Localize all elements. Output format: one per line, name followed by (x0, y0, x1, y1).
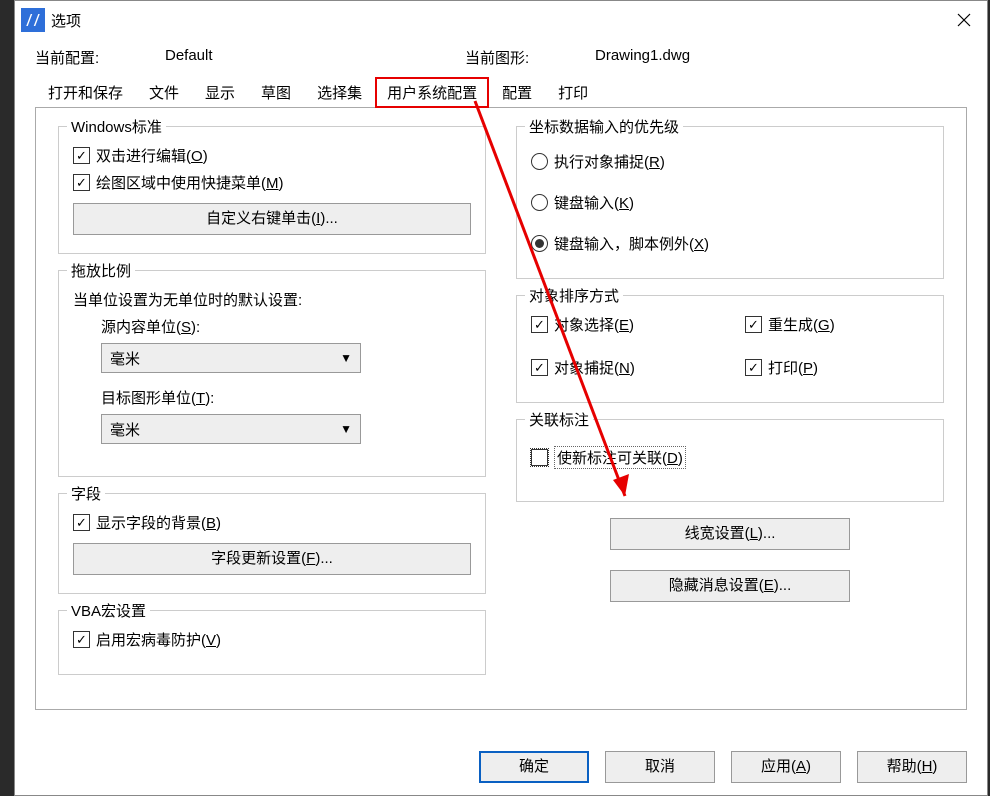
ok-button[interactable]: 确定 (479, 751, 589, 783)
radio-icon (531, 194, 548, 211)
tab-selection[interactable]: 选择集 (304, 77, 375, 108)
titlebar: 选项 (15, 1, 987, 39)
tab-display[interactable]: 显示 (192, 77, 248, 108)
checkbox-obj-select[interactable]: 对象选择(E) (531, 314, 715, 335)
checkbox-shortcut-menu[interactable]: 绘图区域中使用快捷菜单(M) (73, 172, 471, 193)
group-coord-priority: 坐标数据输入的优先级 执行对象捕捉(R) 键盘输入(K) 键盘输入，脚本例外(X… (516, 126, 944, 279)
radio-keyboard[interactable]: 键盘输入(K) (531, 192, 929, 213)
group-vba: VBA宏设置 启用宏病毒防护(V) (58, 610, 486, 675)
checkbox-icon (73, 514, 90, 531)
current-drawing-value: Drawing1.dwg (595, 47, 895, 68)
window-title: 选项 (51, 10, 81, 31)
radio-icon (531, 153, 548, 170)
tab-user-pref[interactable]: 用户系统配置 (375, 77, 489, 108)
group-title: 关联标注 (525, 409, 593, 430)
hidden-msg-button[interactable]: 隐藏消息设置(E)... (610, 570, 850, 602)
tab-print[interactable]: 打印 (545, 77, 601, 108)
apply-button[interactable]: 应用(A) (731, 751, 841, 783)
chevron-down-icon: ▼ (340, 422, 352, 436)
app-icon (21, 8, 45, 32)
field-update-button[interactable]: 字段更新设置(F)... (73, 543, 471, 575)
radio-keyboard-except[interactable]: 键盘输入，脚本例外(X) (531, 233, 929, 254)
checkbox-macro-virus[interactable]: 启用宏病毒防护(V) (73, 629, 471, 650)
current-profile-label: 当前配置: (35, 47, 165, 68)
checkbox-icon (745, 359, 762, 376)
checkbox-dblclick-edit[interactable]: 双击进行编辑(O) (73, 145, 471, 166)
info-row: 当前配置: Default 当前图形: Drawing1.dwg (35, 47, 967, 68)
group-title: 坐标数据输入的优先级 (525, 116, 683, 137)
lineweight-button[interactable]: 线宽设置(L)... (610, 518, 850, 550)
checkbox-icon (73, 631, 90, 648)
group-title: 拖放比例 (67, 260, 135, 281)
dialog-footer: 确定 取消 应用(A) 帮助(H) (479, 751, 967, 783)
checkbox-regen[interactable]: 重生成(G) (745, 314, 929, 335)
checkbox-icon (745, 316, 762, 333)
checkbox-icon (73, 147, 90, 164)
checkbox-field-bg[interactable]: 显示字段的背景(B) (73, 512, 471, 533)
current-profile-value: Default (165, 47, 465, 68)
checkbox-obj-snap[interactable]: 对象捕捉(N) (531, 357, 715, 378)
tab-sketch[interactable]: 草图 (248, 77, 304, 108)
tab-open-save[interactable]: 打开和保存 (35, 77, 136, 108)
left-column: Windows标准 双击进行编辑(O) 绘图区域中使用快捷菜单(M) 自定义右键… (58, 126, 486, 691)
group-title: VBA宏设置 (67, 600, 150, 621)
options-dialog: 选项 当前配置: Default 当前图形: Drawing1.dwg 打开和保… (14, 0, 988, 796)
radio-icon (531, 235, 548, 252)
checkbox-print[interactable]: 打印(P) (745, 357, 929, 378)
group-title: 字段 (67, 483, 105, 504)
tab-config[interactable]: 配置 (489, 77, 545, 108)
cancel-button[interactable]: 取消 (605, 751, 715, 783)
tab-file[interactable]: 文件 (136, 77, 192, 108)
tab-panel: Windows标准 双击进行编辑(O) 绘图区域中使用快捷菜单(M) 自定义右键… (35, 108, 967, 710)
checkbox-icon (73, 174, 90, 191)
target-unit-select[interactable]: 毫米 ▼ (101, 414, 361, 444)
group-windows-standard: Windows标准 双击进行编辑(O) 绘图区域中使用快捷菜单(M) 自定义右键… (58, 126, 486, 254)
help-button[interactable]: 帮助(H) (857, 751, 967, 783)
group-title: Windows标准 (67, 116, 166, 137)
close-button[interactable] (941, 1, 987, 39)
checkbox-icon (531, 359, 548, 376)
chevron-down-icon: ▼ (340, 351, 352, 365)
checkbox-assoc-dim[interactable]: 使新标注可关联(D) (531, 446, 929, 469)
group-field: 字段 显示字段的背景(B) 字段更新设置(F)... (58, 493, 486, 594)
source-unit-label: 源内容单位(S): (101, 316, 471, 337)
group-drag-scale: 拖放比例 当单位设置为无单位时的默认设置: 源内容单位(S): 毫米 ▼ 目标图… (58, 270, 486, 477)
checkbox-icon (531, 449, 548, 466)
group-assoc-dim: 关联标注 使新标注可关联(D) (516, 419, 944, 502)
current-drawing-label: 当前图形: (465, 47, 595, 68)
group-obj-sort: 对象排序方式 对象选择(E) 重生成(G) 对象捕捉(N) (516, 295, 944, 403)
group-title: 对象排序方式 (525, 285, 623, 306)
right-column: 坐标数据输入的优先级 执行对象捕捉(R) 键盘输入(K) 键盘输入，脚本例外(X… (516, 126, 944, 691)
checkbox-icon (531, 316, 548, 333)
target-unit-label: 目标图形单位(T): (101, 387, 471, 408)
source-unit-select[interactable]: 毫米 ▼ (101, 343, 361, 373)
close-icon (957, 13, 971, 27)
custom-rightclick-button[interactable]: 自定义右键单击(I)... (73, 203, 471, 235)
scale-desc: 当单位设置为无单位时的默认设置: (73, 289, 471, 310)
tab-bar: 打开和保存 文件 显示 草图 选择集 用户系统配置 配置 打印 (35, 76, 967, 108)
radio-obj-snap[interactable]: 执行对象捕捉(R) (531, 151, 929, 172)
